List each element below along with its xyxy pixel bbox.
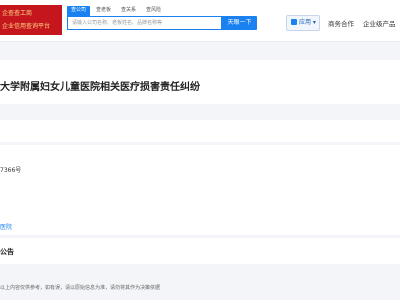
notice-section: 公告 (0, 238, 400, 264)
top-header: 企查查工商 企业信用查询平台 查公司 查老板 查关系 查风险 请输入公司名称、老… (0, 0, 400, 42)
case-number: 7366号 (0, 167, 22, 174)
info-panel-details: 7366号 医院 (0, 145, 400, 235)
hospital-link[interactable]: 医院 (0, 222, 12, 231)
search-input[interactable]: 请输入公司名称、老板姓名、品牌名称等 (67, 16, 222, 30)
logo-line-2: 企业信用查询平台 (2, 23, 51, 30)
info-panel-top (0, 120, 400, 142)
notice-title: 公告 (0, 248, 14, 256)
disclaimer-text: 以上内容仅供参考，如有误，请以原始信息为准，请勿将其作为决策依据 (0, 285, 161, 291)
apps-label: 应用 (299, 19, 312, 26)
nav-enterprise-products[interactable]: 企业级产品 (363, 18, 396, 28)
title-card: 大学附属妇女儿童医院相关医疗损害责任纠纷 (0, 60, 400, 104)
logo-line-1: 企查查工商 (2, 10, 33, 17)
apps-dropdown-button[interactable]: 应用 ▾ (286, 15, 320, 31)
search-button[interactable]: 天眼一下 (222, 16, 257, 30)
apps-grid-icon (291, 19, 297, 25)
page-title: 大学附属妇女儿童医院相关医疗损害责任纠纷 (0, 82, 200, 93)
site-logo[interactable]: 企查查工商 企业信用查询平台 (0, 5, 62, 35)
nav-business-cooperation[interactable]: 商务合作 (328, 18, 354, 28)
